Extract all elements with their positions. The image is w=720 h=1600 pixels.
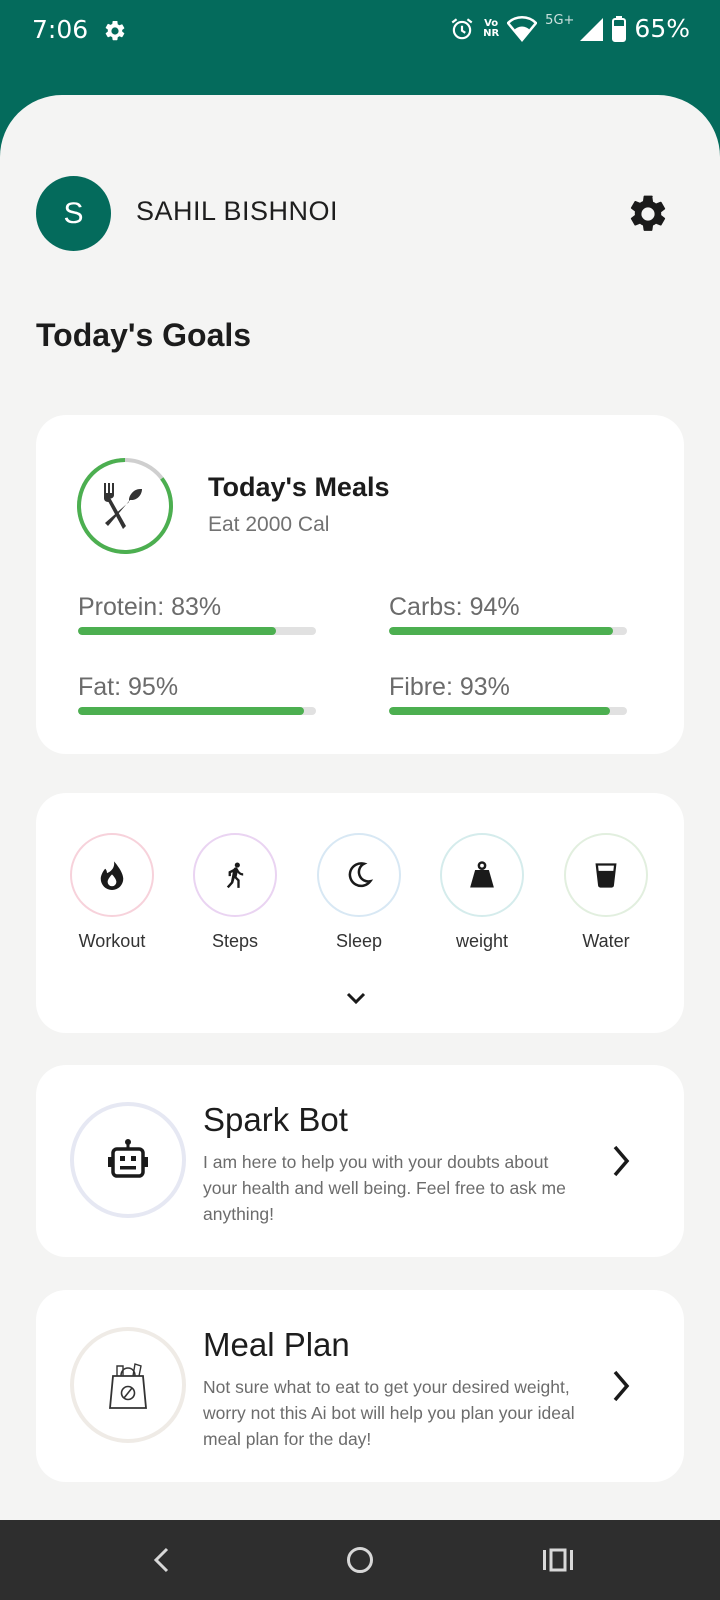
- volte-indicator: Vo NR: [483, 18, 500, 39]
- grocery-bag-icon: [109, 1363, 147, 1409]
- open-meal-plan-button[interactable]: [606, 1366, 636, 1406]
- macro-fibre: Fibre: 93%: [389, 673, 627, 715]
- settings-button[interactable]: [626, 192, 670, 236]
- battery-icon: [612, 15, 627, 42]
- meals-card[interactable]: Today's Meals Eat 2000 Cal Protein: 83% …: [36, 415, 684, 754]
- meal-plan-icon-circle: [70, 1327, 186, 1443]
- expand-button[interactable]: [341, 983, 371, 1013]
- macro-fill: [78, 707, 305, 715]
- signal-icon: [578, 16, 604, 42]
- tracker-circle: [317, 833, 401, 917]
- feature-title: Spark Bot: [203, 1101, 348, 1138]
- tracker-circle: [193, 833, 277, 917]
- glass-icon: [595, 863, 617, 888]
- macro-track: [78, 627, 316, 635]
- status-icons: Vo NR 5G+ 65%: [449, 13, 690, 43]
- fork-spoon-icon: [104, 483, 142, 529]
- macro-fat: Fat: 95%: [78, 673, 316, 715]
- system-nav-bar: [0, 1520, 720, 1600]
- recents-button[interactable]: [538, 1540, 578, 1580]
- macro-label: Carbs: 94%: [389, 593, 520, 621]
- settings-notification-icon: [103, 19, 127, 43]
- tracker-label: Sleep: [335, 931, 383, 951]
- tracker-card: Workout Steps Sleep weight Water: [36, 793, 684, 1033]
- open-spark-bot-button[interactable]: [606, 1141, 636, 1181]
- wifi-icon: [507, 15, 538, 42]
- section-title: Today's Goals: [36, 317, 252, 353]
- spark-bot-card[interactable]: Spark Bot I am here to help you with you…: [36, 1065, 684, 1257]
- moon-icon: [348, 862, 374, 888]
- macro-protein: Protein: 83%: [78, 593, 316, 635]
- back-icon: [153, 1547, 169, 1573]
- home-icon: [347, 1547, 373, 1573]
- flame-icon: [100, 861, 124, 890]
- macro-label: Fat: 95%: [78, 673, 179, 701]
- avatar[interactable]: S: [36, 176, 111, 251]
- back-button[interactable]: [142, 1540, 182, 1580]
- chevron-right-icon: [613, 1145, 630, 1177]
- macro-label: Protein: 83%: [78, 593, 222, 621]
- alarm-icon: [449, 16, 475, 42]
- tracker-label: weight: [455, 931, 509, 951]
- macro-track: [389, 707, 627, 715]
- chevron-right-icon: [613, 1370, 630, 1402]
- macro-fill: [389, 707, 611, 715]
- status-time: 7:06: [32, 15, 89, 44]
- feature-title: Meal Plan: [203, 1326, 350, 1363]
- meals-progress-ring: [76, 457, 174, 555]
- feature-description: Not sure what to eat to get your desired…: [203, 1377, 575, 1449]
- chevron-down-icon: [346, 992, 366, 1005]
- macro-track: [389, 627, 627, 635]
- meals-subtitle: Eat 2000 Cal: [208, 513, 330, 536]
- status-bar: 7:06 Vo NR 5G+ 65%: [0, 0, 720, 66]
- tracker-circle: [440, 833, 524, 917]
- macro-label: Fibre: 93%: [389, 673, 510, 701]
- tracker-water[interactable]: Water: [546, 833, 666, 952]
- recents-icon: [543, 1548, 573, 1572]
- profile-header: S SAHIL BISHNOI: [36, 176, 676, 251]
- tracker-steps[interactable]: Steps: [175, 833, 295, 952]
- nr-label: NR: [483, 27, 500, 39]
- macro-fill: [78, 627, 276, 635]
- tracker-weight[interactable]: weight: [422, 833, 542, 952]
- tracker-workout[interactable]: Workout: [52, 833, 172, 952]
- battery-percent: 65%: [634, 14, 690, 43]
- weight-icon: [470, 861, 494, 888]
- tracker-label: Workout: [78, 931, 146, 951]
- tracker-circle: [564, 833, 648, 917]
- network-type: 5G+: [545, 13, 575, 28]
- robot-icon: [108, 1139, 148, 1178]
- tracker-label: Water: [582, 931, 630, 951]
- meals-title: Today's Meals: [208, 472, 390, 502]
- main-screen: S SAHIL BISHNOI Today's Goals Today's Me…: [0, 95, 720, 1520]
- macro-fill: [389, 627, 613, 635]
- tracker-circle: [70, 833, 154, 917]
- user-name: SAHIL BISHNOI: [136, 196, 339, 226]
- tracker-label: Steps: [211, 931, 259, 951]
- macro-track: [78, 707, 316, 715]
- macro-carbs: Carbs: 94%: [389, 593, 627, 635]
- feature-description: I am here to help you with your doubts a…: [203, 1152, 566, 1224]
- spark-bot-icon-circle: [70, 1102, 186, 1218]
- meal-plan-card[interactable]: Meal Plan Not sure what to eat to get yo…: [36, 1290, 684, 1482]
- walking-icon: [226, 862, 244, 889]
- home-button[interactable]: [340, 1540, 380, 1580]
- tracker-sleep[interactable]: Sleep: [299, 833, 419, 952]
- gear-icon: [630, 195, 666, 231]
